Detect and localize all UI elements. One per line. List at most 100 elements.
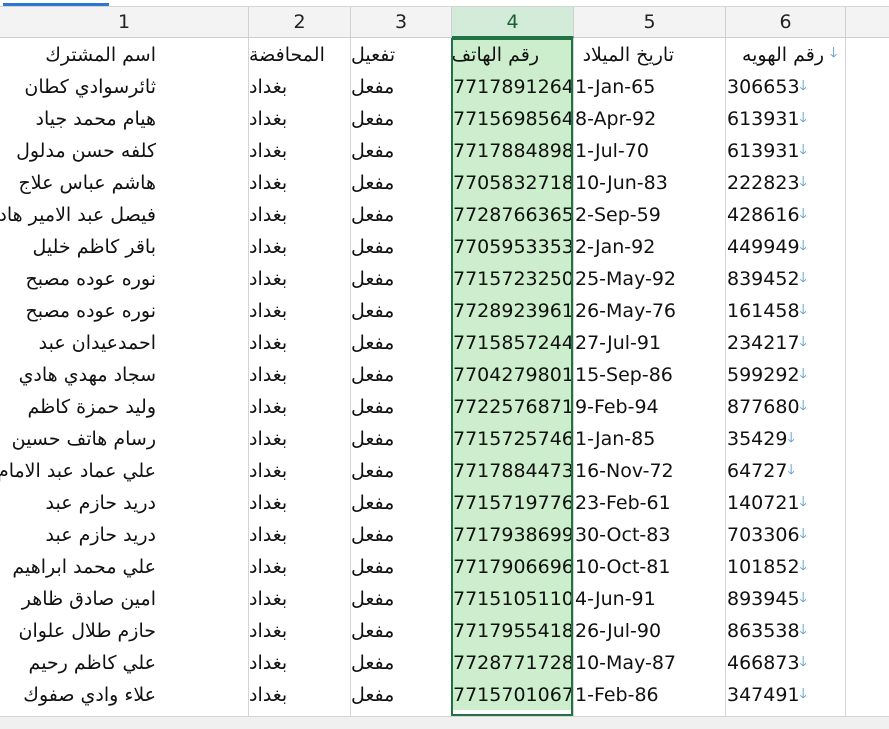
id-number-cell[interactable]: 893945🡓 xyxy=(726,582,846,614)
id-number-cell[interactable]: 703306🡓 xyxy=(726,518,846,550)
column-header-empty[interactable] xyxy=(846,7,889,38)
id-number-cell[interactable]: 306653🡓 xyxy=(726,70,846,102)
birth-date-cell[interactable]: 25-May-92 xyxy=(574,262,724,294)
id-number-cell[interactable]: 877680🡓 xyxy=(726,390,846,422)
activation-cell[interactable]: مفعل xyxy=(351,262,451,294)
filter-arrow-icon[interactable]: 🡓 xyxy=(830,42,837,66)
birth-date-cell[interactable]: 10-Jun-83 xyxy=(574,166,724,198)
name-cell[interactable]: امين صادق ظاهر xyxy=(0,582,247,614)
id-number-cell[interactable]: 64727🡓 xyxy=(726,454,846,486)
name-cell[interactable]: هيام محمد جياد xyxy=(0,102,247,134)
phone-cell[interactable]: 7715857244 xyxy=(452,326,572,358)
id-number-cell[interactable]: 428616🡓 xyxy=(726,198,846,230)
name-cell[interactable]: ثائرسوادي كطان xyxy=(0,70,247,102)
activation-cell[interactable]: مفعل xyxy=(351,614,451,646)
name-cell[interactable]: هاشم عباس علاج xyxy=(0,166,247,198)
province-cell[interactable]: بغداد xyxy=(249,518,349,550)
phone-cell[interactable]: 7717884473 xyxy=(452,454,572,486)
id-number-cell[interactable]: 347491🡓 xyxy=(726,678,846,710)
phone-cell[interactable]: 7704279801 xyxy=(452,358,572,390)
id-number-cell[interactable]: 234217🡓 xyxy=(726,326,846,358)
name-cell[interactable]: رسام هاتف حسين xyxy=(0,422,247,454)
column-header-1[interactable]: 1 xyxy=(0,7,249,38)
phone-cell[interactable]: 7715723250 xyxy=(452,262,572,294)
name-cell[interactable]: علي محمد ابراهيم xyxy=(0,550,247,582)
phone-cell[interactable]: 7717938699 xyxy=(452,518,572,550)
id-number-cell[interactable]: 140721🡓 xyxy=(726,486,846,518)
name-cell[interactable]: احمدعيدان عبد xyxy=(0,326,247,358)
activation-cell[interactable]: مفعل xyxy=(351,678,451,710)
name-cell[interactable]: نوره عوده مصبح xyxy=(0,294,247,326)
activation-cell[interactable]: مفعل xyxy=(351,390,451,422)
name-cell[interactable]: كلفه حسن مدلول xyxy=(0,134,247,166)
province-cell[interactable]: بغداد xyxy=(249,262,349,294)
birth-date-cell[interactable]: 27-Jul-91 xyxy=(574,326,724,358)
phone-cell[interactable]: 7715719776 xyxy=(452,486,572,518)
activation-cell[interactable]: مفعل xyxy=(351,422,451,454)
name-cell[interactable]: نوره عوده مصبح xyxy=(0,262,247,294)
province-cell[interactable]: بغداد xyxy=(249,326,349,358)
phone-cell[interactable]: 7728923961 xyxy=(452,294,572,326)
province-cell[interactable]: بغداد xyxy=(249,70,349,102)
activation-cell[interactable]: مفعل xyxy=(351,358,451,390)
province-cell[interactable]: بغداد xyxy=(249,550,349,582)
name-cell[interactable]: سجاد مهدي هادي xyxy=(0,358,247,390)
province-header-cell[interactable]: المحافضة xyxy=(249,38,349,70)
birth-date-cell[interactable]: 2-Sep-59 xyxy=(574,198,724,230)
province-cell[interactable]: بغداد xyxy=(249,678,349,710)
birth-date-cell[interactable]: 30-Oct-83 xyxy=(574,518,724,550)
activation-cell[interactable]: مفعل xyxy=(351,134,451,166)
phone-header-cell[interactable]: رقم الهاتف xyxy=(452,38,572,70)
phone-cell[interactable]: 7728766365 xyxy=(452,198,572,230)
phone-cell[interactable]: 7728771728 xyxy=(452,646,572,678)
name-cell[interactable]: فيصل عبد الامير هادي xyxy=(0,198,247,230)
birth-date-cell[interactable]: 15-Sep-86 xyxy=(574,358,724,390)
birth-date-cell[interactable]: 1-Feb-86 xyxy=(574,678,724,710)
activation-cell[interactable]: مفعل xyxy=(351,294,451,326)
birth-date-cell[interactable]: 1-Jan-85 xyxy=(574,422,724,454)
activation-cell[interactable]: مفعل xyxy=(351,454,451,486)
province-cell[interactable]: بغداد xyxy=(249,582,349,614)
birth-date-cell[interactable]: 23-Feb-61 xyxy=(574,486,724,518)
province-cell[interactable]: بغداد xyxy=(249,422,349,454)
activation-cell[interactable]: مفعل xyxy=(351,230,451,262)
province-cell[interactable]: بغداد xyxy=(249,614,349,646)
name-cell[interactable]: دريد حازم عبد xyxy=(0,486,247,518)
name-cell[interactable]: علاء وادي صفوك xyxy=(0,678,247,710)
birth-date-cell[interactable]: 2-Jan-92 xyxy=(574,230,724,262)
name-cell[interactable]: وليد حمزة كاظم xyxy=(0,390,247,422)
birth-date-cell[interactable]: 1-Jul-70 xyxy=(574,134,724,166)
province-cell[interactable]: بغداد xyxy=(249,166,349,198)
name-cell[interactable]: باقر كاظم خليل xyxy=(0,230,247,262)
activation-cell[interactable]: مفعل xyxy=(351,102,451,134)
province-cell[interactable]: بغداد xyxy=(249,390,349,422)
province-cell[interactable]: بغداد xyxy=(249,358,349,390)
name-cell[interactable]: دريد حازم عبد xyxy=(0,518,247,550)
province-cell[interactable]: بغداد xyxy=(249,646,349,678)
id-number-cell[interactable]: 161458🡓 xyxy=(726,294,846,326)
activation-cell[interactable]: مفعل xyxy=(351,326,451,358)
column-header-5[interactable]: 5 xyxy=(574,7,726,38)
province-cell[interactable]: بغداد xyxy=(249,102,349,134)
activation-cell[interactable]: مفعل xyxy=(351,166,451,198)
province-cell[interactable]: بغداد xyxy=(249,294,349,326)
id-number-cell[interactable]: 466873🡓 xyxy=(726,646,846,678)
activation-cell[interactable]: مفعل xyxy=(351,486,451,518)
activation-header-cell[interactable]: تفعيل xyxy=(351,38,451,70)
active-tab-indicator[interactable] xyxy=(3,3,109,6)
name-cell[interactable]: علي عماد عبد الامام xyxy=(0,454,247,486)
phone-cell[interactable]: 7705832718 xyxy=(452,166,572,198)
phone-cell[interactable]: 7717884898 xyxy=(452,134,572,166)
id-number-cell[interactable]: 839452🡓 xyxy=(726,262,846,294)
id-header-cell[interactable]: رقم الهويه xyxy=(726,38,846,70)
id-number-cell[interactable]: 101852🡓 xyxy=(726,550,846,582)
phone-cell[interactable]: 7722576871 xyxy=(452,390,572,422)
phone-cell[interactable]: 7715105110 xyxy=(452,582,572,614)
id-number-cell[interactable]: 613931🡓 xyxy=(726,102,846,134)
id-number-cell[interactable]: 449949🡓 xyxy=(726,230,846,262)
name-cell[interactable]: علي كاظم رحيم xyxy=(0,646,247,678)
column-header-4-selected[interactable]: 4 xyxy=(452,7,574,38)
activation-cell[interactable]: مفعل xyxy=(351,70,451,102)
birth-date-cell[interactable]: 26-Jul-90 xyxy=(574,614,724,646)
id-number-cell[interactable]: 35429🡓 xyxy=(726,422,846,454)
